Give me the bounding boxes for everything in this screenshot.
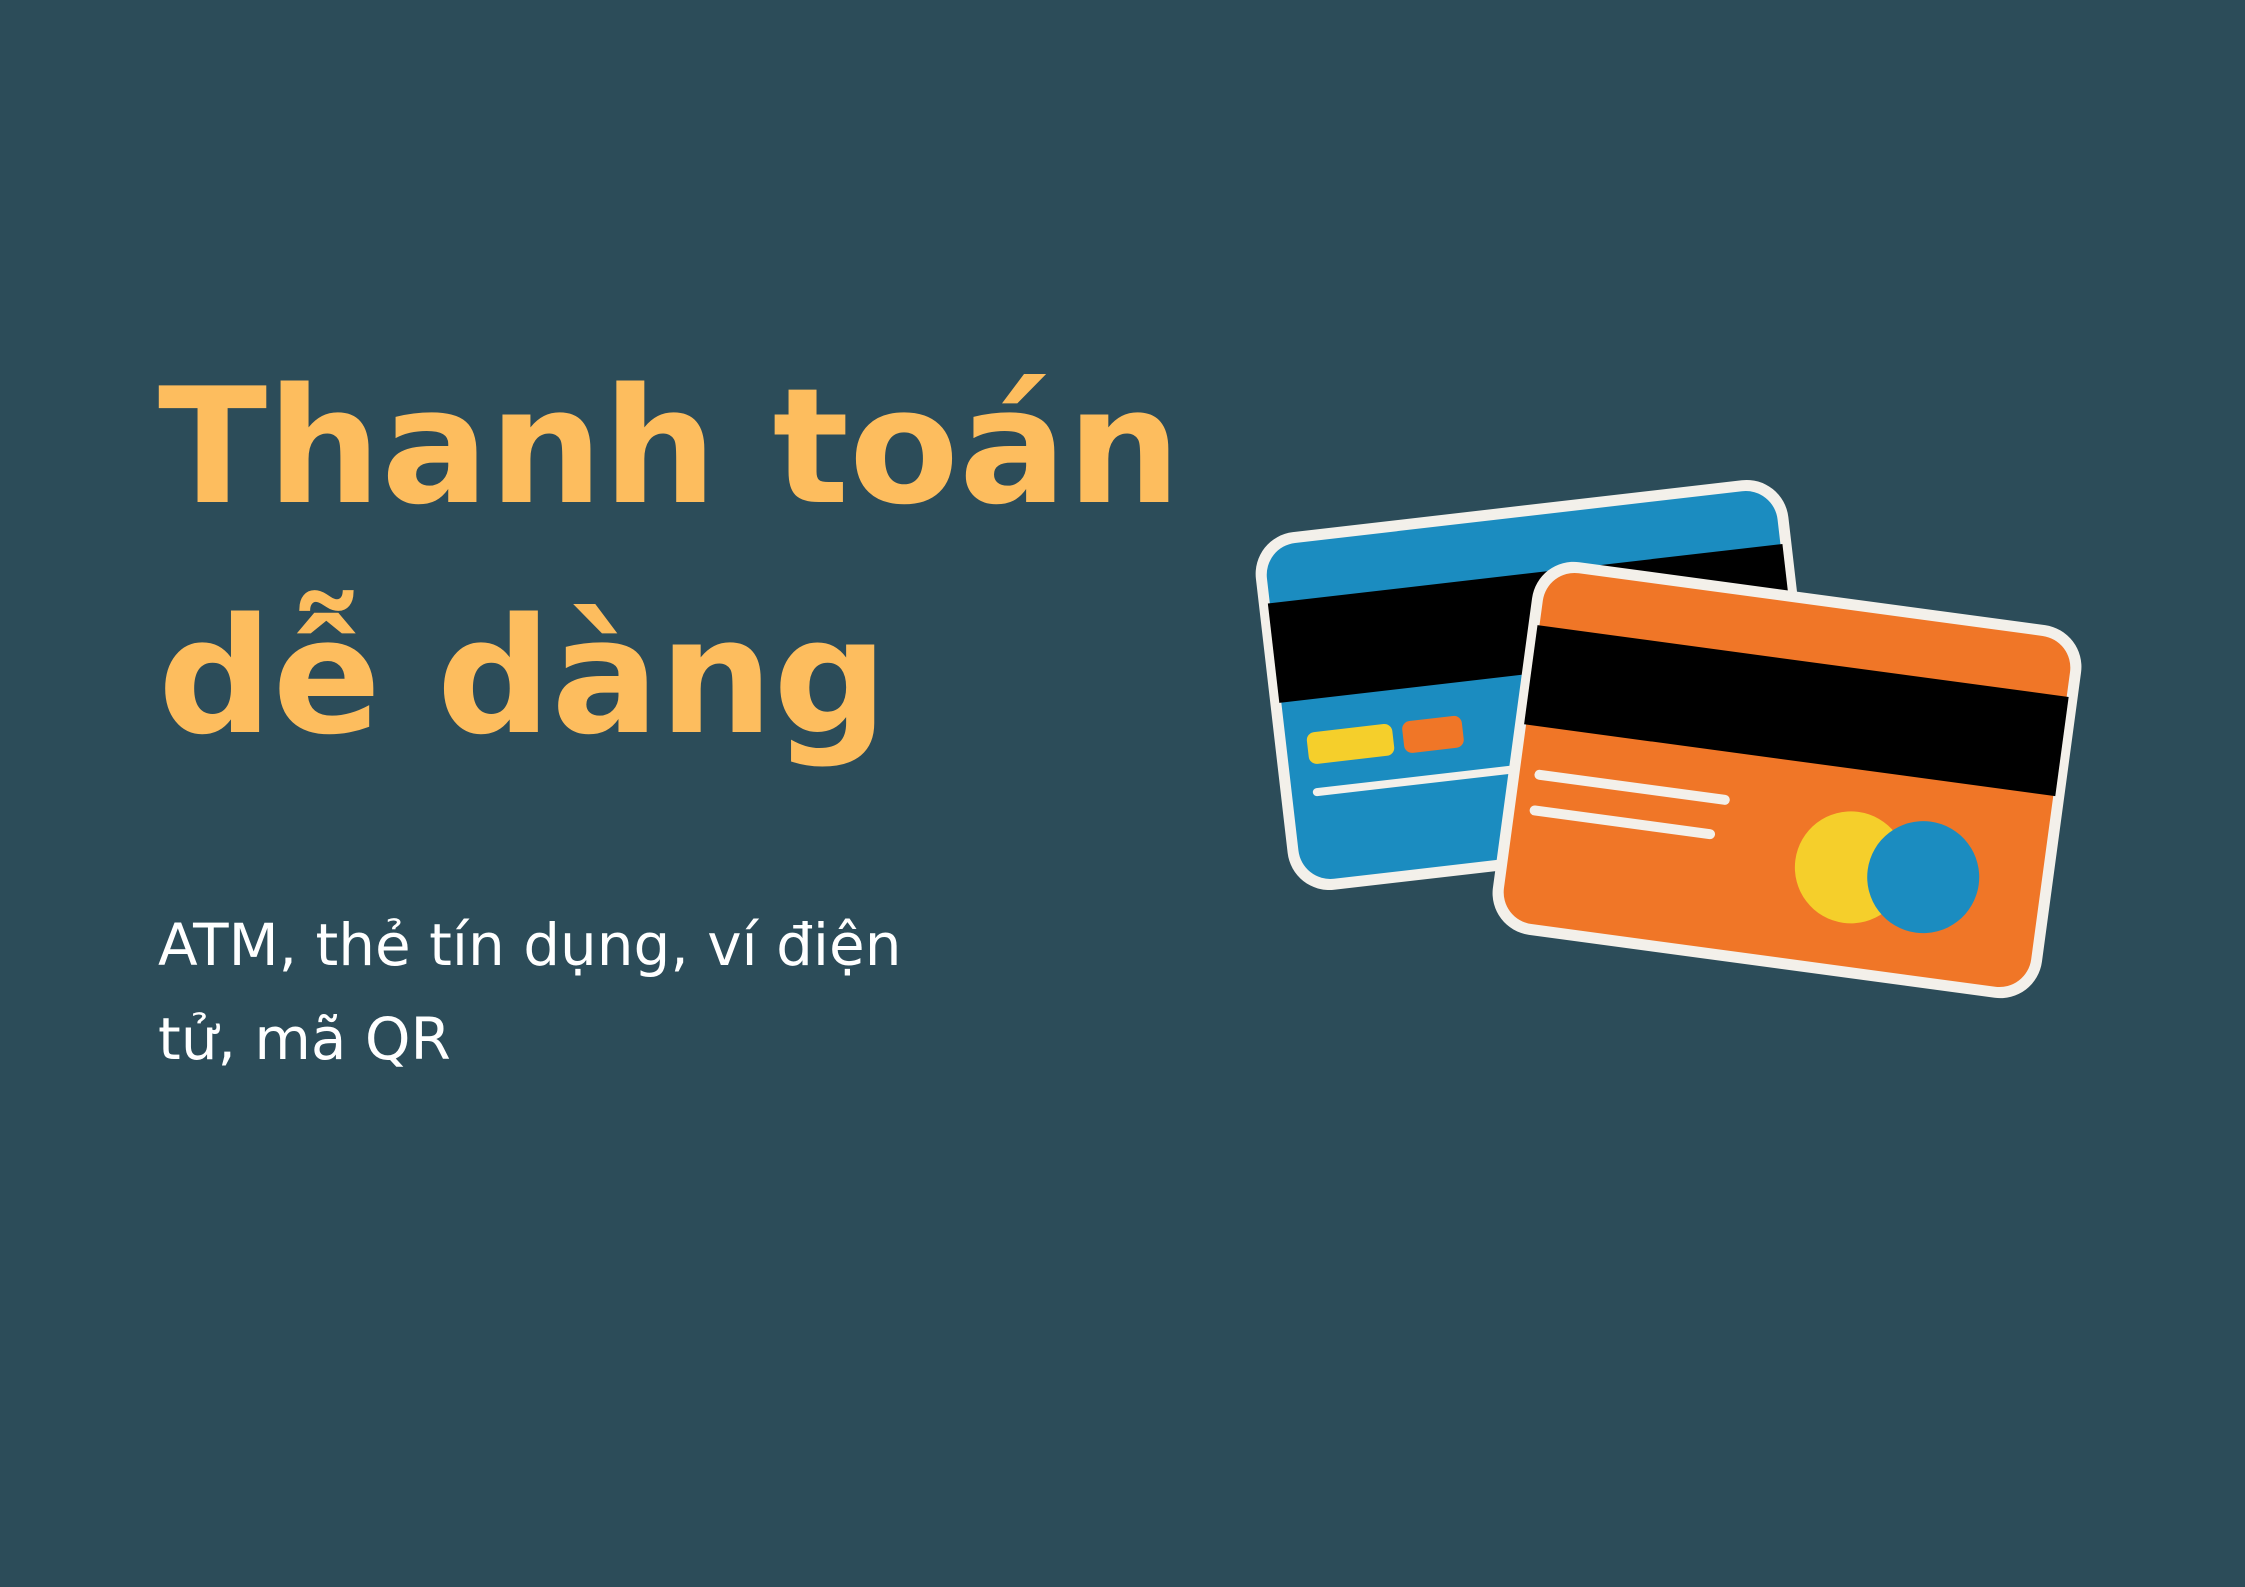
credit-cards-icon	[1255, 479, 2082, 999]
orange-card	[1492, 561, 2082, 999]
